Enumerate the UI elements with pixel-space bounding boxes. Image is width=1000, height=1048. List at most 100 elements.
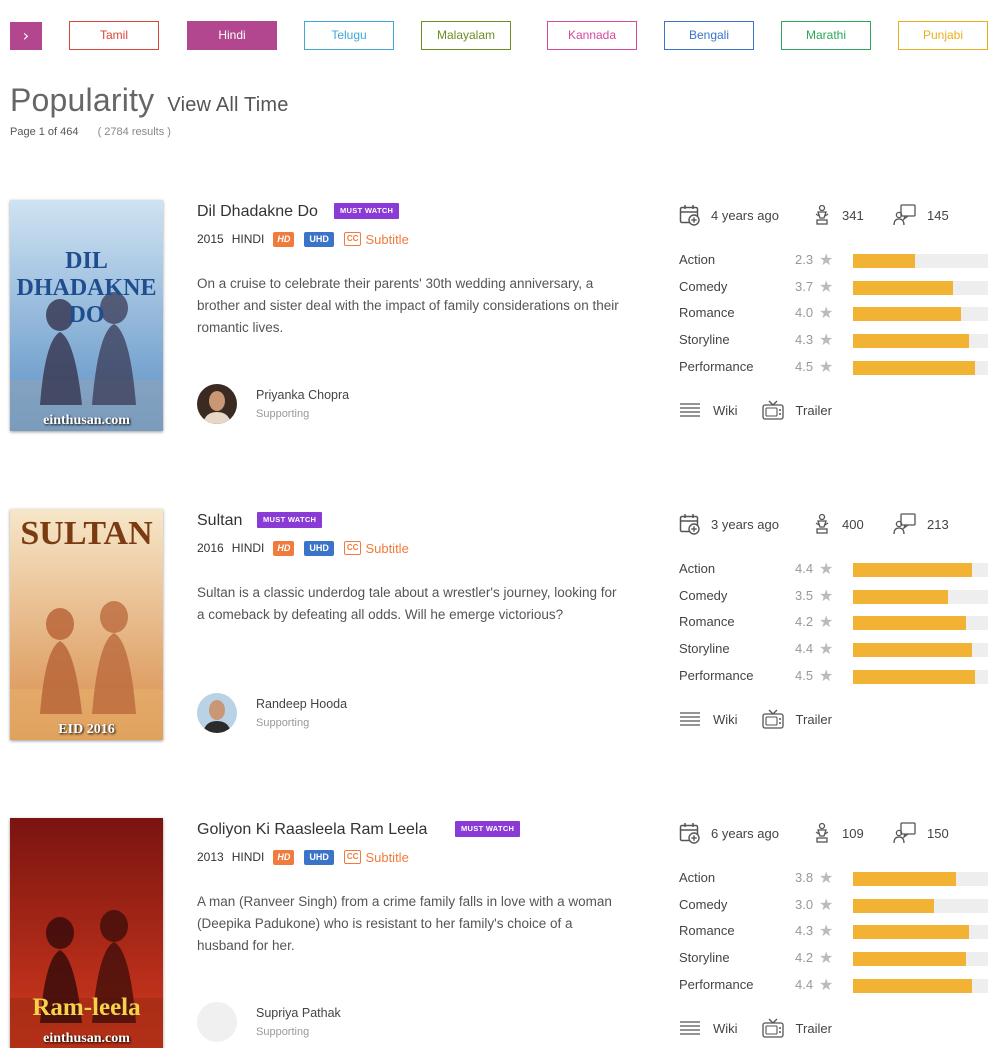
rating-label: Storyline <box>679 950 730 966</box>
must-watch-badge: MUST WATCH <box>455 821 521 837</box>
added-text: 4 years ago <box>711 207 779 223</box>
movie-row: DIL DHADAKNE DO einthusan.com Dil Dhadak… <box>0 200 1000 440</box>
reviewer-icon <box>893 513 916 535</box>
award-icon <box>815 204 829 225</box>
movie-poster[interactable]: DIL DHADAKNE DO einthusan.com <box>10 200 163 431</box>
movie-row: SULTAN EID 2016 Sultan MUST WATCH 2016 H… <box>0 509 1000 749</box>
trailer-link[interactable]: Trailer <box>761 400 832 420</box>
rating-label: Action <box>679 561 716 576</box>
movie-title[interactable]: Sultan <box>197 512 242 530</box>
trailer-link[interactable]: Trailer <box>761 709 832 729</box>
movie-language: HINDI <box>231 850 265 864</box>
movie-description: On a cruise to celebrate their parents' … <box>197 276 619 335</box>
rating-bar-fill <box>853 952 967 967</box>
page-info: Page 1 of 464 ( 2784 results ) <box>10 126 171 138</box>
movie-poster[interactable]: Ram-leela einthusan.com <box>10 818 163 1048</box>
movie-description: A man (Ranveer Singh) from a crime famil… <box>197 894 612 953</box>
movie-language: HINDI <box>231 541 265 555</box>
rating-bar-fill <box>853 254 916 268</box>
trailer-link[interactable]: Trailer <box>761 1018 832 1038</box>
language-tab-telugu[interactable]: Telugu <box>304 21 394 50</box>
rating-row-storyline: Storyline 4.3 ★ <box>679 330 989 359</box>
rating-label: Romance <box>679 614 735 630</box>
language-bar: › Tamil Hindi Telugu Malayalam Kannada Bengal… <box>10 20 990 52</box>
language-tab-hindi[interactable]: Hindi <box>187 21 277 50</box>
rating-bar-track <box>853 978 988 993</box>
rating-label: Storyline <box>679 332 730 348</box>
star-icon: ★ <box>819 303 834 323</box>
results-count: ( 2784 results ) <box>97 126 171 138</box>
wiki-label: Wiki <box>713 1020 738 1036</box>
language-tab-kannada[interactable]: Kannada <box>547 21 637 50</box>
language-tab-punjabi[interactable]: Punjabi <box>898 21 988 50</box>
avatar[interactable] <box>197 384 237 424</box>
rating-label: Storyline <box>679 641 730 657</box>
reviews-count: 145 <box>893 204 949 226</box>
wiki-link[interactable]: Wiki <box>679 711 738 727</box>
movie-year: 2015 <box>197 232 224 246</box>
movie-meta: 2016 HINDI HD UHD CC Subtitle <box>197 540 409 556</box>
rating-value: 4.0 <box>795 305 814 321</box>
poster-caption: einthusan.com <box>43 413 130 428</box>
poster-title: Ram-leela <box>32 994 141 1021</box>
rating-bar-fill <box>853 360 975 375</box>
language-tab-bengali[interactable]: Bengali <box>664 21 754 50</box>
hd-badge: HD <box>273 849 295 865</box>
movie-poster[interactable]: SULTAN EID 2016 <box>10 509 163 740</box>
rating-row-performance: Performance 4.5 ★ <box>679 665 989 695</box>
movie-meta: 2015 HINDI HD UHD CC Subtitle <box>197 231 409 247</box>
wiki-link[interactable]: Wiki <box>679 402 738 418</box>
calendar-add-icon <box>679 823 700 844</box>
star-icon: ★ <box>819 330 834 350</box>
rating-value: 4.4 <box>795 976 814 992</box>
subtitle-label: Subtitle <box>365 231 409 247</box>
movie-title[interactable]: Goliyon Ki Raasleela Ram Leela <box>197 821 427 839</box>
language-tab-tamil[interactable]: Tamil <box>69 21 159 50</box>
star-icon: ★ <box>819 612 834 632</box>
rating-label: Romance <box>679 923 735 939</box>
language-tab-malayalam[interactable]: Malayalam <box>421 21 511 50</box>
avatar[interactable] <box>197 1002 237 1042</box>
rating-bar-fill <box>853 334 970 349</box>
actor-role: Supporting <box>256 1026 310 1038</box>
rating-row-action: Action 4.4 ★ <box>679 559 989 588</box>
wiki-link[interactable]: Wiki <box>679 1020 738 1036</box>
language-tab-marathi[interactable]: Marathi <box>781 21 871 50</box>
wiki-icon <box>680 1021 700 1035</box>
language-prev-button[interactable]: › <box>10 22 42 50</box>
movie-title[interactable]: Dil Dhadakne Do <box>197 203 318 221</box>
calendar-add-icon <box>679 205 700 226</box>
rating-value: 3.0 <box>795 896 814 912</box>
actor-name[interactable]: Randeep Hooda <box>256 697 347 711</box>
star-icon: ★ <box>819 665 834 685</box>
poster-caption: EID 2016 <box>58 722 115 737</box>
rating-value: 3.5 <box>795 587 814 603</box>
tv-icon <box>761 1018 784 1038</box>
awards-count: 400 <box>812 513 864 535</box>
rating-value: 4.2 <box>795 614 814 630</box>
rating-row-storyline: Storyline 4.2 ★ <box>679 948 989 977</box>
cc-icon: CC <box>343 850 362 864</box>
star-icon: ★ <box>819 276 834 296</box>
rating-row-comedy: Comedy 3.5 ★ <box>679 585 989 615</box>
rating-bar-track <box>853 925 988 940</box>
reviews-text: 213 <box>927 516 949 532</box>
tv-icon <box>761 400 784 420</box>
star-icon: ★ <box>819 868 834 887</box>
actor-name[interactable]: Supriya Pathak <box>256 1006 341 1020</box>
rating-value: 4.3 <box>795 923 814 939</box>
view-all-time-link[interactable]: View All Time <box>167 94 288 116</box>
reviewer-icon <box>893 204 916 226</box>
rating-row-performance: Performance 4.5 ★ <box>679 357 989 386</box>
reviews-text: 145 <box>927 207 949 223</box>
rating-label: Comedy <box>679 587 728 603</box>
trailer-label: Trailer <box>795 711 832 727</box>
avatar[interactable] <box>197 693 237 733</box>
star-icon: ★ <box>819 921 834 941</box>
actor-name[interactable]: Priyanka Chopra <box>256 388 349 402</box>
rating-bar-fill <box>853 898 934 913</box>
rating-bar-track <box>853 898 988 913</box>
movie-description: Sultan is a classic underdog tale about … <box>197 585 617 622</box>
star-icon: ★ <box>819 585 834 605</box>
rating-row-romance: Romance 4.0 ★ <box>679 303 989 332</box>
